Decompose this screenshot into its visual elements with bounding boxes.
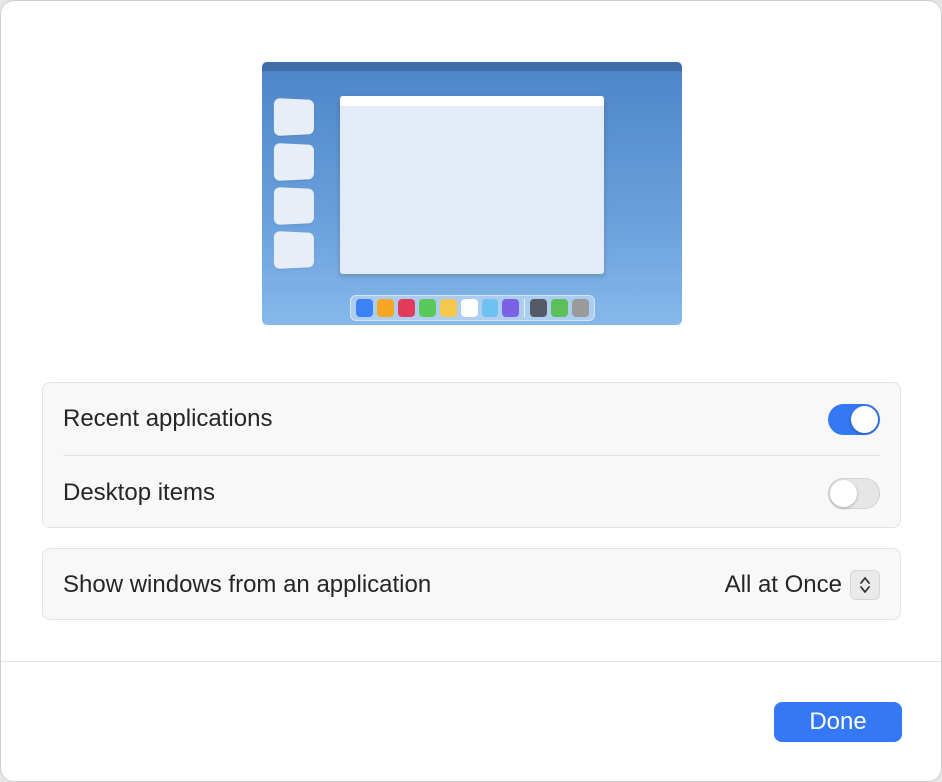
preview-dock (350, 295, 595, 321)
dock-app-icon (461, 299, 478, 317)
desktop-items-row: Desktop items (63, 457, 880, 529)
preview-main-window (340, 96, 604, 274)
dock-app-icon (377, 299, 394, 317)
toggle-knob (851, 406, 878, 433)
dock-app-icon (482, 299, 499, 317)
recent-applications-row: Recent applications (63, 383, 880, 455)
done-button[interactable]: Done (774, 702, 902, 742)
show-windows-label: Show windows from an application (63, 571, 431, 599)
show-windows-row: Show windows from an application All at … (63, 549, 880, 621)
toggle-knob (830, 480, 857, 507)
chevron-up-down-icon (850, 570, 880, 600)
preview-recent-app-thumbnail (274, 143, 314, 181)
dock-app-icon (440, 299, 457, 317)
dock-app-icon (398, 299, 415, 317)
preview-window-titlebar (340, 96, 604, 106)
show-windows-group: Show windows from an application All at … (42, 548, 901, 620)
dock-app-icon (530, 299, 547, 317)
row-divider (63, 455, 880, 456)
stage-manager-options-group: Recent applications Desktop items (42, 382, 901, 528)
dock-app-icon (502, 299, 519, 317)
desktop-items-toggle[interactable] (828, 478, 880, 509)
preview-menu-bar (262, 62, 682, 71)
footer-divider (1, 661, 941, 662)
recent-applications-toggle[interactable] (828, 404, 880, 435)
preview-recent-app-thumbnail (274, 187, 314, 225)
show-windows-value: All at Once (725, 571, 842, 599)
preview-recent-app-thumbnail (274, 231, 314, 269)
show-windows-popup-button[interactable]: All at Once (725, 570, 880, 600)
dock-app-icon (572, 299, 589, 317)
dock-app-icon (419, 299, 436, 317)
preview-recent-app-thumbnail (274, 98, 314, 136)
stage-manager-settings-sheet: Recent applications Desktop items Show w… (0, 0, 942, 782)
stage-manager-preview-image (262, 62, 682, 325)
dock-app-icon (551, 299, 568, 317)
dock-app-icon (356, 299, 373, 317)
recent-applications-label: Recent applications (63, 405, 272, 433)
desktop-items-label: Desktop items (63, 479, 215, 507)
dock-separator (524, 299, 525, 317)
